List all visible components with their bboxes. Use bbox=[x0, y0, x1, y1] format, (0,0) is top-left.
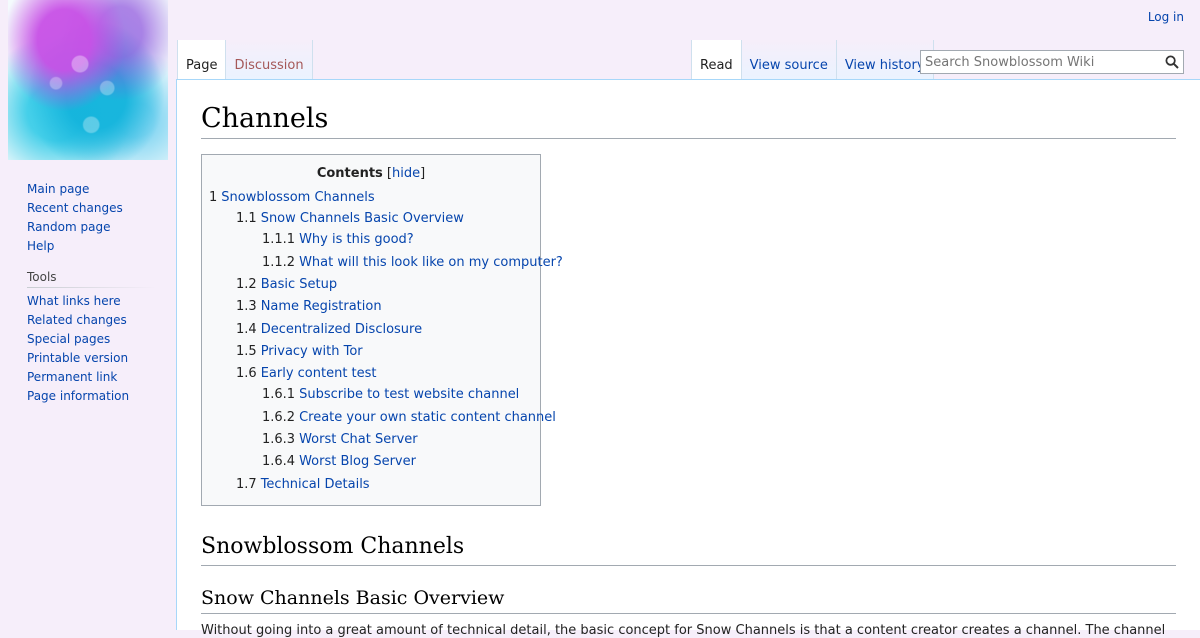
toc-bracket-close: ] bbox=[420, 166, 426, 181]
sidebar-item-related-changes[interactable]: Related changes bbox=[27, 313, 127, 327]
toc-link[interactable]: Basic Setup bbox=[261, 277, 337, 292]
toc-link[interactable]: Worst Blog Server bbox=[299, 454, 416, 469]
toc-link[interactable]: Privacy with Tor bbox=[261, 344, 363, 359]
toc-item[interactable]: 1.6 Early content test bbox=[236, 366, 377, 381]
sidebar-item-what-links-here[interactable]: What links here bbox=[27, 294, 121, 308]
toc-item[interactable]: 1.1.1 Why is this good? bbox=[262, 232, 414, 247]
toc-item[interactable]: 1.4 Decentralized Disclosure bbox=[236, 322, 422, 337]
tab-view-source-label[interactable]: View source bbox=[750, 58, 828, 73]
sidebar-item-help[interactable]: Help bbox=[27, 239, 54, 253]
namespace-tabs: Page Discussion bbox=[177, 40, 313, 80]
toc-number: 1.5 bbox=[236, 344, 257, 359]
tools-heading: Tools bbox=[27, 270, 155, 288]
view-tabs: Read View source View history bbox=[691, 40, 934, 80]
toc-item[interactable]: 1.2 Basic Setup bbox=[236, 277, 337, 292]
sidebar-item-recent-changes[interactable]: Recent changes bbox=[27, 201, 123, 215]
toc-link[interactable]: Snowblossom Channels bbox=[221, 190, 374, 205]
toc-hide-toggle[interactable]: hide bbox=[392, 166, 420, 181]
toc-number: 1.1.1 bbox=[262, 232, 296, 247]
toc-number: 1.3 bbox=[236, 299, 257, 314]
login-link[interactable]: Log in bbox=[1148, 10, 1184, 24]
body-paragraph: Without going into a great amount of tec… bbox=[201, 623, 1166, 638]
sidebar-item-special-pages[interactable]: Special pages bbox=[27, 332, 110, 346]
toc-item[interactable]: 1.6.1 Subscribe to test website channel bbox=[262, 387, 519, 402]
toc-item[interactable]: 1.3 Name Registration bbox=[236, 299, 382, 314]
sidebar-item-page-information[interactable]: Page information bbox=[27, 389, 129, 403]
toc-link[interactable]: Technical Details bbox=[261, 477, 370, 492]
toc-link[interactable]: Snow Channels Basic Overview bbox=[261, 211, 464, 226]
tab-read-label: Read bbox=[700, 58, 733, 73]
toc-link[interactable]: What will this look like on my computer? bbox=[299, 255, 563, 270]
tab-view-source[interactable]: View source bbox=[741, 40, 837, 80]
navigation-list: Main page Recent changes Random page Hel… bbox=[0, 180, 170, 256]
toc-number: 1.4 bbox=[236, 322, 257, 337]
toc-item[interactable]: 1.7 Technical Details bbox=[236, 477, 370, 492]
sidebar: Main page Recent changes Random page Hel… bbox=[0, 180, 170, 406]
toc-number: 1.6.1 bbox=[262, 387, 296, 402]
sidebar-item-printable-version[interactable]: Printable version bbox=[27, 351, 128, 365]
toc-link[interactable]: Name Registration bbox=[261, 299, 382, 314]
content-area: Channels Contents [hide] 1 Snowblossom Ch… bbox=[176, 79, 1200, 638]
toc-link[interactable]: Worst Chat Server bbox=[299, 432, 418, 447]
table-of-contents: Contents [hide] 1 Snowblossom Channels 1.… bbox=[201, 154, 563, 506]
toc-link[interactable]: Subscribe to test website channel bbox=[299, 387, 519, 402]
toc-number: 1.6.4 bbox=[262, 454, 296, 469]
section-heading-snowblossom-channels: Snowblossom Channels bbox=[201, 533, 1176, 566]
toc-header: Contents [hide] bbox=[202, 166, 540, 181]
tools-list: What links here Related changes Special … bbox=[0, 292, 170, 406]
sidebar-item-permanent-link[interactable]: Permanent link bbox=[27, 370, 117, 384]
toc-item[interactable]: 1.6.2 Create your own static content chan… bbox=[262, 410, 556, 425]
toc-item[interactable]: 1.5 Privacy with Tor bbox=[236, 344, 363, 359]
tab-discussion-label[interactable]: Discussion bbox=[234, 58, 303, 73]
tab-read[interactable]: Read bbox=[691, 40, 742, 80]
toc-number: 1.1.2 bbox=[262, 255, 296, 270]
toc-item[interactable]: 1.1 Snow Channels Basic Overview bbox=[236, 211, 464, 226]
tab-page[interactable]: Page bbox=[177, 40, 227, 80]
section-heading-basic-overview: Snow Channels Basic Overview bbox=[201, 586, 1176, 614]
toc-number: 1.6 bbox=[236, 366, 257, 381]
toc-item[interactable]: 1.1.2 What will this look like on my comp… bbox=[262, 255, 563, 270]
toc-item[interactable]: 1 Snowblossom Channels bbox=[209, 190, 375, 205]
site-logo[interactable] bbox=[8, 0, 168, 160]
tab-discussion[interactable]: Discussion bbox=[226, 40, 313, 80]
toc-number: 1.2 bbox=[236, 277, 257, 292]
tab-view-history-label[interactable]: View history bbox=[845, 58, 925, 73]
page-title: Channels bbox=[201, 102, 1176, 139]
sidebar-item-random-page[interactable]: Random page bbox=[27, 220, 110, 234]
search-icon[interactable] bbox=[1165, 55, 1179, 69]
toc-link[interactable]: Why is this good? bbox=[299, 232, 414, 247]
toc-number: 1.1 bbox=[236, 211, 257, 226]
search-box bbox=[920, 50, 1184, 74]
toc-link[interactable]: Decentralized Disclosure bbox=[261, 322, 422, 337]
toc-title: Contents bbox=[316, 166, 383, 181]
toc-number: 1.6.2 bbox=[262, 410, 296, 425]
toc-number: 1 bbox=[209, 190, 218, 205]
toc-item[interactable]: 1.6.4 Worst Blog Server bbox=[262, 454, 416, 469]
toc-link[interactable]: Create your own static content channel bbox=[299, 410, 556, 425]
toc-link[interactable]: Early content test bbox=[261, 366, 377, 381]
toc-number: 1.6.3 bbox=[262, 432, 296, 447]
search-input[interactable] bbox=[923, 54, 1157, 71]
sidebar-item-main-page[interactable]: Main page bbox=[27, 182, 89, 196]
tab-page-label: Page bbox=[186, 58, 218, 73]
toc-item[interactable]: 1.6.3 Worst Chat Server bbox=[262, 432, 418, 447]
toc-number: 1.7 bbox=[236, 477, 257, 492]
